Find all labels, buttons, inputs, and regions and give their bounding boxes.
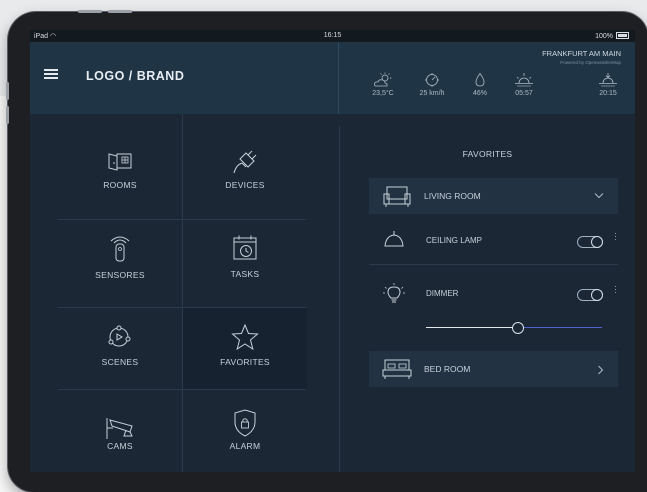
panel-divider [339, 126, 340, 472]
tile-alarm[interactable]: ALARM [183, 390, 307, 472]
room-bed-room[interactable]: BED ROOM [369, 351, 618, 387]
weather-humidity: 46% [458, 72, 502, 97]
shield-lock-icon [234, 409, 256, 437]
weather-temperature: 23,5°C [361, 72, 405, 97]
row-divider [369, 264, 618, 265]
humidity-value: 46% [472, 90, 487, 97]
tile-tasks[interactable]: TASKS [183, 220, 307, 307]
battery-icon [616, 32, 629, 39]
device-ceiling-lamp: CEILING LAMP · · · [369, 222, 627, 262]
favorites-title: FAVORITES [462, 149, 513, 159]
status-time: 16:15 [323, 32, 342, 39]
dimmer-slider-handle[interactable] [512, 322, 524, 334]
star-icon [231, 323, 259, 351]
tile-label: ALARM [229, 441, 261, 451]
device-label: CEILING LAMP [426, 236, 483, 245]
tile-label: CAMS [107, 441, 133, 451]
app-header: LOGO / BRAND FRANKFURT AM MAIN Powered b… [30, 42, 635, 114]
power-button [78, 10, 102, 13]
ceiling-lamp-more-icon[interactable]: · · · [614, 229, 617, 244]
tile-favorites[interactable]: FAVORITES [183, 308, 307, 389]
toggle-knob [591, 236, 603, 248]
security-camera-icon [106, 418, 133, 439]
tile-label: SCENES [101, 357, 139, 367]
sunrise-value: 05:57 [515, 90, 533, 97]
device-label: DIMMER [426, 289, 459, 298]
dimmer-more-icon[interactable]: · · · [614, 282, 617, 297]
sensor-remote-icon [110, 236, 130, 262]
weather-powered-by: Powered by OpenweatherMap [560, 60, 621, 65]
tile-label: SENSORES [95, 270, 145, 280]
tile-scenes[interactable]: SCENES [58, 308, 182, 389]
tile-label: FAVORITES [220, 357, 270, 367]
weather-city: FRANKFURT AM MAIN [542, 49, 621, 58]
volume-up-button [6, 82, 9, 100]
device-dimmer: DIMMER · · · [369, 275, 627, 315]
brand-logo[interactable]: LOGO / BRAND [86, 69, 184, 83]
ceiling-lamp-icon [384, 231, 404, 247]
room-living-room[interactable]: LIVING ROOM [369, 178, 618, 214]
armchair-icon [383, 186, 411, 207]
toggle-knob [591, 289, 603, 301]
calendar-clock-icon [233, 235, 257, 260]
sunset-icon [599, 73, 617, 87]
wind-value: 25 km/h [419, 90, 445, 97]
hamburger-menu-icon[interactable] [44, 69, 58, 79]
status-bar: iPad ◠ 16:15 100% [30, 30, 635, 42]
top-button [108, 10, 132, 13]
temperature-value: 23,5°C [372, 90, 394, 97]
rooms-icon [108, 153, 132, 171]
ceiling-lamp-toggle[interactable] [577, 236, 603, 248]
weather-sunrise: 05:57 [502, 72, 546, 97]
dimmer-slider-track[interactable] [518, 327, 602, 328]
bed-icon [382, 359, 412, 379]
chevron-right-icon[interactable] [597, 365, 604, 375]
chevron-down-icon[interactable] [594, 192, 604, 199]
room-label: LIVING ROOM [424, 191, 481, 201]
dimmer-toggle[interactable] [577, 289, 603, 301]
dimmer-slider-fill [426, 327, 518, 328]
header-divider [338, 42, 339, 114]
scenes-play-icon [108, 325, 131, 347]
devices-plug-icon [233, 150, 257, 174]
tablet-screen: iPad ◠ 16:15 100% LOGO / BRAND FRANKFURT… [30, 30, 635, 472]
sunrise-icon [515, 73, 533, 87]
tile-label: DEVICES [225, 180, 265, 190]
tile-label: TASKS [230, 269, 260, 279]
sunset-value: 20:15 [599, 90, 617, 97]
tile-cams[interactable]: CAMS [58, 390, 182, 472]
weather-wind: 25 km/h [410, 72, 454, 97]
tile-rooms[interactable]: ROOMS [58, 130, 182, 218]
battery-percent: 100% [595, 33, 613, 40]
humidity-drop-icon [475, 72, 485, 87]
tile-sensores[interactable]: SENSORES [58, 220, 182, 307]
bulb-icon [383, 283, 405, 303]
tile-label: ROOMS [103, 180, 137, 190]
status-battery: 100% [595, 32, 629, 40]
volume-down-button [6, 106, 9, 124]
weather-sunset: 20:15 [586, 72, 630, 97]
wind-compass-icon [425, 73, 439, 87]
tile-devices[interactable]: DEVICES [183, 130, 307, 218]
partly-cloudy-icon [374, 72, 392, 87]
room-label: BED ROOM [424, 364, 471, 374]
